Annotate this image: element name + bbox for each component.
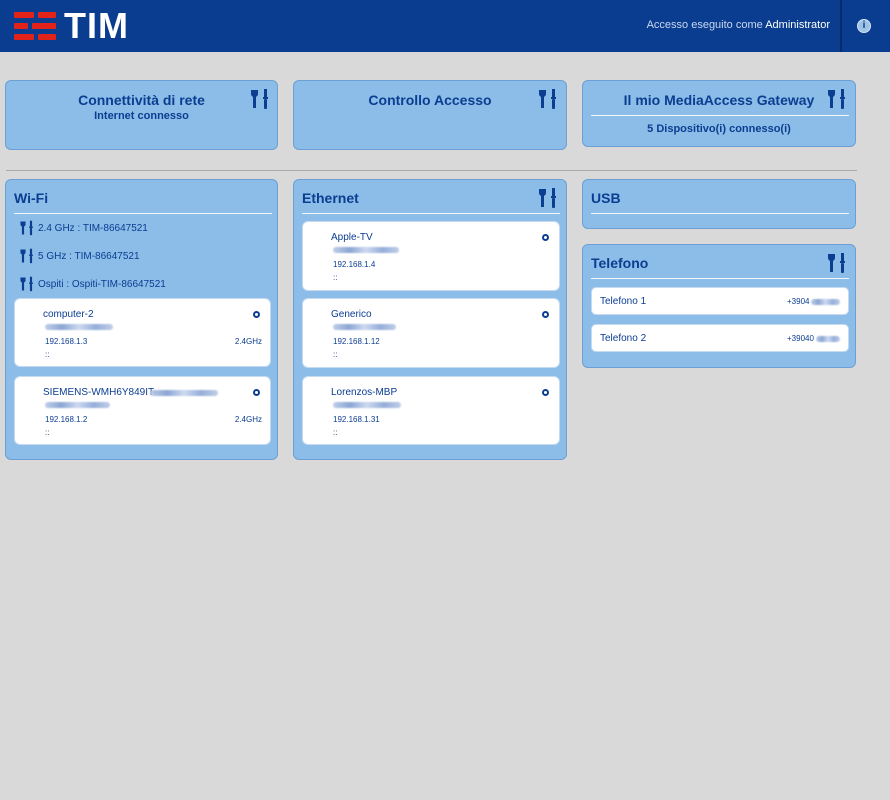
wrench-screwdriver-icon[interactable] [826,252,848,274]
device-card[interactable]: Lorenzos-MBP 192.168.1.31 :: [302,376,560,445]
section-divider [6,170,857,171]
card-network-title: Connettività di rete [78,92,205,108]
device-mac-redacted [333,402,401,408]
card-divider [14,213,272,214]
device-ipv6: :: [333,428,338,437]
card-telefono-title: Telefono [591,255,649,271]
card-ethernet[interactable]: Ethernet Apple-TV 192.168.1.4 :: Generic… [293,179,567,460]
device-name: Apple-TV [331,232,373,243]
login-prefix: Accesso eseguito come [646,19,763,31]
card-divider [591,213,849,214]
status-dot-icon[interactable] [542,311,549,318]
login-user: Administrator [765,19,830,31]
top-header: TIM Accesso eseguito come Administrator … [0,0,890,52]
phone-line-name: Telefono 1 [600,296,647,307]
phone-line[interactable]: Telefono 2 +39040 [591,324,849,352]
wrench-screwdriver-icon[interactable] [18,248,36,264]
phone-number-redacted [816,336,840,342]
device-ipv6: :: [333,350,338,359]
device-card[interactable]: SIEMENS-WMH6Y849IT- 192.168.1.2 2.4GHz :… [14,376,271,445]
wrench-screwdriver-icon[interactable] [18,220,36,236]
phone-line-name: Telefono 2 [600,333,647,344]
card-usb[interactable]: USB [582,179,856,229]
device-name: SIEMENS-WMH6Y849IT- [43,387,157,398]
tim-logo: TIM [14,5,129,46]
card-telefono[interactable]: Telefono Telefono 1 +3904 Telefono 2 +39… [582,244,856,368]
device-mac-redacted [333,324,396,330]
wifi-network-label: Ospiti : Ospiti-TIM-86647521 [38,278,166,290]
wrench-screwdriver-icon[interactable] [537,187,559,209]
header-separator [840,0,842,52]
device-ip: 192.168.1.3 [45,337,88,346]
info-icon[interactable]: i [857,19,871,33]
wifi-network-label: 2.4 GHz : TIM-86647521 [38,222,148,234]
card-network-connectivity[interactable]: Connettività di rete Internet connesso [5,80,278,150]
device-mac-redacted [45,402,110,408]
wifi-network-24ghz[interactable]: 2.4 GHz : TIM-86647521 [18,220,148,236]
card-divider [591,115,849,116]
device-card[interactable]: computer-2 192.168.1.3 2.4GHz :: [14,298,271,367]
wrench-screwdriver-icon[interactable] [18,276,36,292]
status-dot-icon[interactable] [542,389,549,396]
card-wifi[interactable]: Wi-Fi 2.4 GHz : TIM-86647521 5 GHz : TIM… [5,179,278,460]
device-card[interactable]: Apple-TV 192.168.1.4 :: [302,221,560,291]
card-gateway-title: Il mio MediaAccess Gateway [623,92,815,108]
phone-line[interactable]: Telefono 1 +3904 [591,287,849,315]
wrench-screwdriver-icon[interactable] [537,88,559,110]
device-ipv6: :: [45,350,50,359]
wifi-network-5ghz[interactable]: 5 GHz : TIM-86647521 [18,248,140,264]
device-card[interactable]: Generico 192.168.1.12 :: [302,298,560,368]
device-ip: 192.168.1.2 [45,415,88,424]
device-band: 2.4GHz [234,415,262,424]
device-name-redacted [150,390,218,396]
device-ip: 192.168.1.31 [333,415,380,424]
device-name: Lorenzos-MBP [331,387,398,398]
card-network-subtitle: Internet connesso [94,110,189,122]
phone-line-number: +3904 [787,297,810,306]
device-mac-redacted [45,324,113,330]
device-ip: 192.168.1.12 [333,337,380,346]
wrench-screwdriver-icon[interactable] [826,88,848,110]
phone-line-number: +39040 [787,334,814,343]
card-wifi-title: Wi-Fi [14,190,49,206]
device-name: Generico [331,309,372,320]
device-ip: 192.168.1.4 [333,260,376,269]
card-access-control[interactable]: Controllo Accesso [293,80,567,150]
card-gateway[interactable]: Il mio MediaAccess Gateway 5 Dispositivo… [582,80,856,147]
device-mac-redacted [333,247,399,253]
card-gateway-subtitle: 5 Dispositivo(i) connesso(i) [647,123,791,135]
device-band: 2.4GHz [234,337,262,346]
card-access-title: Controllo Accesso [368,92,492,108]
device-ipv6: :: [333,273,338,282]
wifi-network-label: 5 GHz : TIM-86647521 [38,250,140,262]
card-divider [302,213,560,214]
card-divider [591,278,849,279]
status-dot-icon[interactable] [253,311,260,318]
status-dot-icon[interactable] [253,389,260,396]
wrench-screwdriver-icon[interactable] [249,88,271,110]
status-dot-icon[interactable] [542,234,549,241]
device-ipv6: :: [45,428,50,437]
login-status: Accesso eseguito come Administrator [647,19,830,31]
card-ethernet-title: Ethernet [302,190,359,206]
phone-number-redacted [811,299,840,305]
card-usb-title: USB [591,190,621,206]
wifi-network-guest[interactable]: Ospiti : Ospiti-TIM-86647521 [18,276,166,292]
logo-text: TIM [64,5,129,46]
tim-logo-mark [14,9,56,43]
device-name: computer-2 [43,309,94,320]
